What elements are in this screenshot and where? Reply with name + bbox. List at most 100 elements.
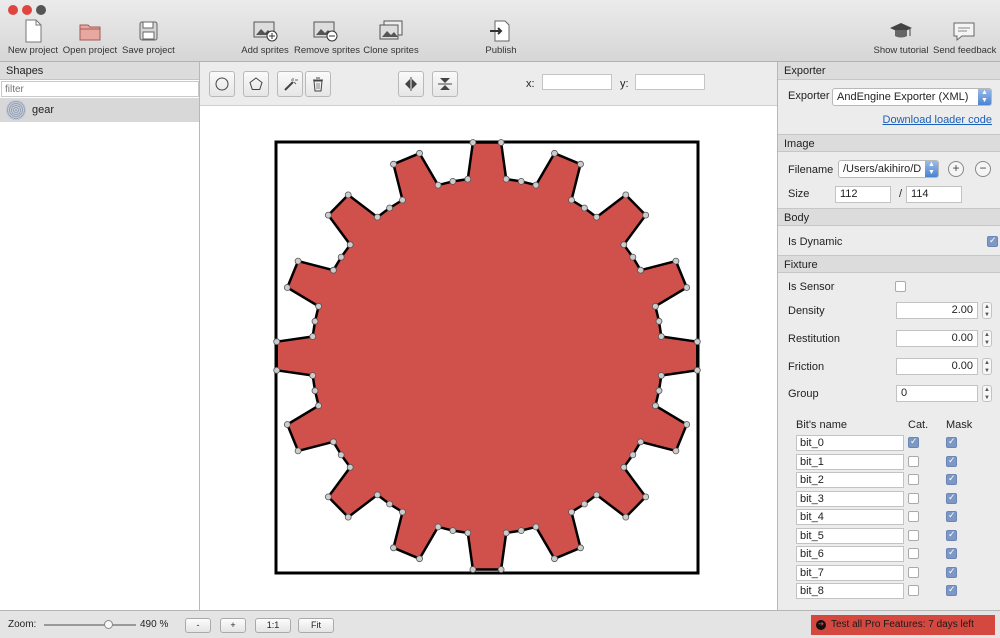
vertex-handle[interactable]	[311, 387, 319, 395]
bit-mask-checkbox[interactable]	[946, 529, 957, 541]
bit-name-field[interactable]: bit_6	[796, 546, 904, 562]
bit-mask-checkbox[interactable]	[946, 566, 957, 578]
close-window-button[interactable]	[8, 5, 18, 15]
zoom-out-button[interactable]: -	[185, 618, 211, 633]
vertex-handle[interactable]	[309, 372, 317, 379]
vertex-handle[interactable]	[551, 555, 558, 563]
vertex-handle[interactable]	[532, 181, 540, 189]
vertex-handle[interactable]	[390, 160, 397, 168]
editor-drawing-area[interactable]	[200, 106, 777, 610]
bit-category-checkbox[interactable]	[908, 511, 919, 522]
vertex-handle[interactable]	[517, 178, 525, 185]
width-field[interactable]: 112	[835, 186, 891, 203]
bit-name-field[interactable]: bit_4	[796, 509, 904, 525]
vertex-handle[interactable]	[683, 421, 691, 428]
save-project-button[interactable]: Save project	[122, 19, 175, 59]
vertex-handle[interactable]	[315, 302, 322, 310]
vertex-handle[interactable]	[580, 500, 588, 508]
bit-category-checkbox[interactable]	[908, 585, 919, 596]
vertex-handle[interactable]	[532, 523, 540, 531]
bit-category-checkbox[interactable]	[908, 529, 919, 541]
zoom-fit-button[interactable]: Fit	[298, 618, 334, 633]
vertex-handle[interactable]	[568, 508, 575, 516]
vertex-handle[interactable]	[337, 253, 345, 261]
bit-category-checkbox[interactable]	[908, 436, 919, 448]
vertex-handle[interactable]	[551, 149, 558, 157]
vertex-handle[interactable]	[464, 529, 472, 537]
bit-name-field[interactable]: bit_1	[796, 453, 904, 470]
vertex-handle[interactable]	[577, 160, 584, 168]
bit-category-checkbox[interactable]	[908, 455, 919, 467]
vertex-handle[interactable]	[620, 463, 628, 471]
zoom-in-button[interactable]: +	[220, 618, 246, 633]
delete-tool-button[interactable]	[305, 71, 331, 97]
vertex-handle[interactable]	[642, 211, 650, 219]
vertex-handle[interactable]	[642, 493, 650, 501]
vertex-handle[interactable]	[637, 266, 645, 274]
shapes-filter-input[interactable]	[1, 81, 199, 97]
magic-wand-tool-button[interactable]	[277, 71, 303, 97]
vertex-handle[interactable]	[416, 555, 423, 563]
vertex-handle[interactable]	[651, 302, 659, 310]
bit-mask-checkbox[interactable]	[946, 584, 957, 596]
vertex-handle[interactable]	[386, 204, 394, 212]
group-field[interactable]: 0	[896, 385, 978, 402]
vertex-handle[interactable]	[294, 447, 302, 455]
vertex-handle[interactable]	[693, 338, 701, 346]
vertex-handle[interactable]	[329, 438, 337, 446]
bit-name-field[interactable]: bit_7	[796, 564, 904, 581]
vertex-handle[interactable]	[346, 463, 354, 471]
vertex-handle[interactable]	[629, 253, 637, 261]
remove-sprites-button[interactable]: Remove sprites	[294, 19, 360, 59]
vertex-handle[interactable]	[315, 402, 322, 410]
zoom-window-button[interactable]	[36, 5, 46, 15]
zoom-slider-track[interactable]	[44, 624, 136, 626]
zoom-slider-knob[interactable]	[104, 620, 114, 629]
vertex-handle[interactable]	[693, 366, 701, 374]
vertex-handle[interactable]	[416, 149, 423, 157]
vertex-handle[interactable]	[502, 175, 510, 183]
bit-mask-checkbox[interactable]	[946, 473, 957, 485]
vertex-handle[interactable]	[469, 139, 477, 146]
vertex-handle[interactable]	[373, 213, 381, 221]
vertex-handle[interactable]	[622, 191, 630, 199]
vertex-handle[interactable]	[283, 421, 291, 428]
vertex-handle[interactable]	[637, 438, 645, 446]
vertex-handle[interactable]	[399, 196, 406, 204]
bit-name-field[interactable]: bit_0	[796, 435, 904, 451]
vertex-handle[interactable]	[620, 241, 628, 249]
is-dynamic-checkbox[interactable]	[987, 235, 998, 247]
clone-sprites-button[interactable]: Clone sprites	[363, 19, 419, 59]
exporter-select[interactable]: AndEngine Exporter (XML) ▲ ▼	[832, 88, 992, 106]
vertex-handle[interactable]	[324, 211, 332, 219]
vertex-handle[interactable]	[672, 447, 680, 455]
vertex-handle[interactable]	[580, 204, 588, 212]
bit-category-checkbox[interactable]	[908, 566, 919, 578]
vertex-handle[interactable]	[283, 284, 291, 291]
send-feedback-button[interactable]: Send feedback	[933, 19, 996, 59]
vertex-handle[interactable]	[346, 241, 354, 249]
bit-mask-checkbox[interactable]	[946, 455, 957, 467]
publish-button[interactable]: Publish	[484, 19, 518, 59]
vertex-handle[interactable]	[683, 284, 691, 291]
bit-category-checkbox[interactable]	[908, 492, 919, 504]
zoom-actual-size-button[interactable]: 1:1	[255, 618, 291, 633]
remove-image-button[interactable]: −	[975, 161, 991, 177]
polygon-tool-button[interactable]	[243, 71, 269, 97]
x-coordinate-input[interactable]	[542, 74, 612, 90]
vertex-handle[interactable]	[344, 191, 352, 199]
circle-tool-button[interactable]	[209, 71, 235, 97]
vertex-handle[interactable]	[593, 491, 601, 499]
friction-field[interactable]: 0.00	[896, 358, 978, 375]
vertex-handle[interactable]	[449, 178, 457, 185]
vertex-handle[interactable]	[344, 513, 352, 521]
download-loader-code-link[interactable]: Download loader code	[883, 114, 992, 126]
vertex-handle[interactable]	[464, 175, 472, 183]
vertex-handle[interactable]	[593, 213, 601, 221]
vertex-handle[interactable]	[629, 451, 637, 459]
vertex-handle[interactable]	[497, 566, 505, 573]
vertex-handle[interactable]	[294, 257, 302, 265]
vertex-handle[interactable]	[434, 181, 442, 189]
flip-vertical-button[interactable]	[432, 71, 458, 97]
vertex-handle[interactable]	[651, 402, 659, 410]
